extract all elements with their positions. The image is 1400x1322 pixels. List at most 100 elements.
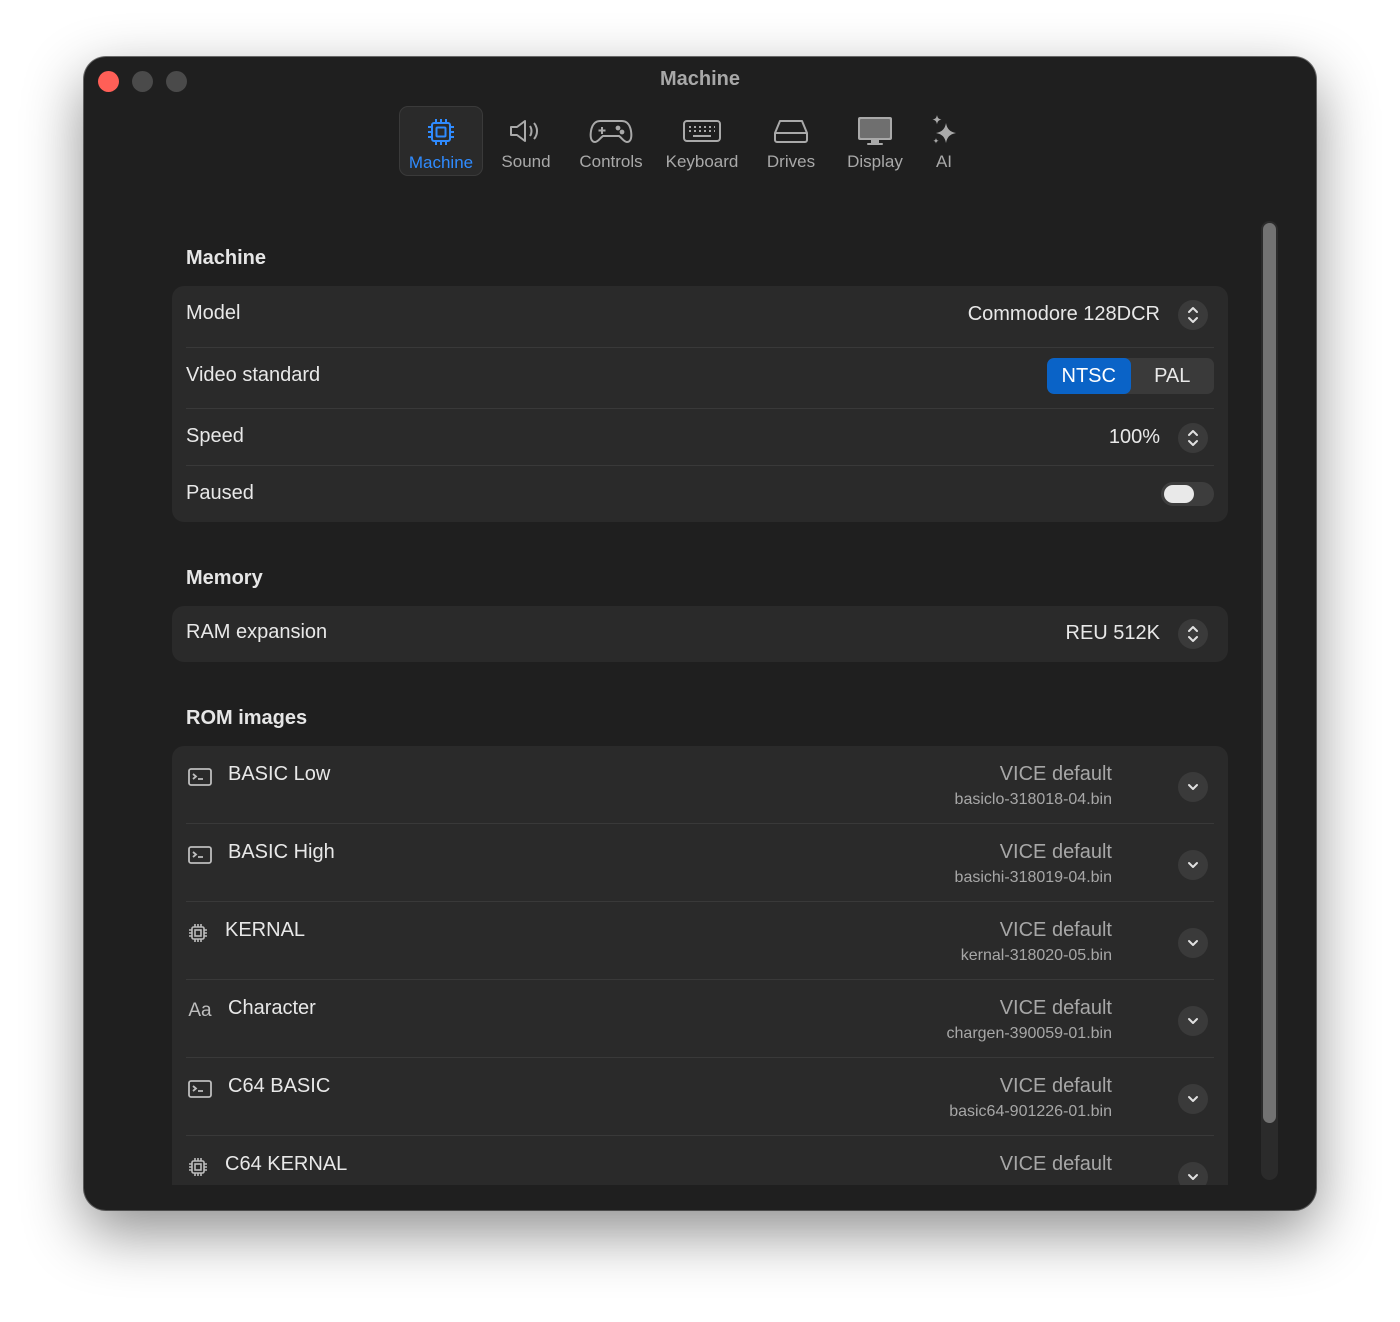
cpu-chip-icon xyxy=(426,111,456,153)
vertical-scrollbar[interactable] xyxy=(1261,221,1278,1180)
font-icon: Aa xyxy=(188,1000,212,1021)
settings-window: Machine Machine Sound Controls Keyboard … xyxy=(84,57,1316,1210)
rom-menu-button[interactable] xyxy=(1178,1006,1208,1036)
model-label: Model xyxy=(186,302,241,324)
ram-expansion-popup-button[interactable] xyxy=(1178,619,1208,649)
chip-icon xyxy=(188,922,208,944)
rom-item[interactable]: Aa Character VICE default chargen-390059… xyxy=(186,996,1214,1046)
terminal-icon xyxy=(188,844,212,866)
rom-source: VICE default xyxy=(999,841,1112,863)
sparkles-icon xyxy=(928,110,960,152)
display-icon xyxy=(856,110,894,152)
keyboard-icon xyxy=(682,110,722,152)
paused-label: Paused xyxy=(186,482,254,504)
rom-menu-button[interactable] xyxy=(1178,772,1208,802)
speed-label: Speed xyxy=(186,425,244,447)
chip-icon xyxy=(188,1156,208,1178)
chevron-down-icon xyxy=(1188,940,1198,946)
divider xyxy=(186,1057,1214,1058)
rom-menu-button[interactable] xyxy=(1178,928,1208,958)
rom-item[interactable]: C64 KERNAL VICE default xyxy=(186,1152,1214,1185)
rom-label: C64 KERNAL xyxy=(225,1153,348,1175)
ram-expansion-row: RAM expansion REU 512K xyxy=(186,619,1214,649)
machine-section-title: Machine xyxy=(186,247,267,269)
chevron-down-icon xyxy=(1188,1096,1198,1102)
divider xyxy=(186,465,1214,466)
rom-source: VICE default xyxy=(999,919,1112,941)
gamepad-icon xyxy=(589,110,633,152)
rom-source: VICE default xyxy=(999,763,1112,785)
tab-display-label: Display xyxy=(847,152,903,171)
tab-machine[interactable]: Machine xyxy=(399,106,483,176)
speed-popup-button[interactable] xyxy=(1178,423,1208,453)
rom-item[interactable]: KERNAL VICE default kernal-318020-05.bin xyxy=(186,918,1214,968)
tab-controls-label: Controls xyxy=(579,152,643,171)
chevron-down-icon xyxy=(1188,1018,1198,1024)
rom-menu-button[interactable] xyxy=(1178,1162,1208,1185)
rom-filename: basic64-901226-01.bin xyxy=(949,1103,1112,1120)
settings-content: Machine Model Commodore 128DCR Video sta… xyxy=(172,222,1228,1185)
rom-source: VICE default xyxy=(999,1075,1112,1097)
rom-filename: kernal-318020-05.bin xyxy=(960,947,1112,964)
scrollbar-thumb[interactable] xyxy=(1263,223,1276,1123)
speed-value[interactable]: 100% xyxy=(1109,426,1160,449)
rom-filename: basiclo-318018-04.bin xyxy=(954,791,1112,808)
tab-keyboard-label: Keyboard xyxy=(665,152,739,171)
video-standard-row: Video standard NTSC PAL xyxy=(186,358,1214,394)
rom-menu-button[interactable] xyxy=(1178,850,1208,880)
speed-row: Speed 100% xyxy=(186,423,1214,453)
divider xyxy=(186,1135,1214,1136)
ram-expansion-value[interactable]: REU 512K xyxy=(1066,622,1161,645)
video-standard-label: Video standard xyxy=(186,364,321,386)
rom-label: BASIC High xyxy=(228,841,335,863)
tab-keyboard[interactable]: Keyboard xyxy=(657,106,747,176)
rom-label: BASIC Low xyxy=(228,763,331,785)
rom-filename: basichi-318019-04.bin xyxy=(954,869,1112,886)
rom-label: C64 BASIC xyxy=(228,1075,331,1097)
divider xyxy=(186,408,1214,409)
chevron-down-icon xyxy=(1188,1174,1198,1180)
paused-row: Paused xyxy=(186,481,1214,507)
chevron-up-down-icon xyxy=(1188,626,1198,642)
tab-drives[interactable]: Drives xyxy=(751,106,831,176)
rom-label: KERNAL xyxy=(225,919,306,941)
model-value[interactable]: Commodore 128DCR xyxy=(968,303,1160,326)
chevron-down-icon xyxy=(1188,784,1198,790)
rom-source: VICE default xyxy=(999,1153,1112,1175)
rom-item[interactable]: BASIC Low VICE default basiclo-318018-04… xyxy=(186,762,1214,812)
divider xyxy=(186,901,1214,902)
terminal-icon xyxy=(188,766,212,788)
tab-ai[interactable]: AI xyxy=(919,106,969,176)
model-row: Model Commodore 128DCR xyxy=(186,300,1214,330)
tab-drives-label: Drives xyxy=(766,152,816,171)
tab-machine-label: Machine xyxy=(408,153,474,172)
rom-label: Character xyxy=(228,997,316,1019)
memory-section-title: Memory xyxy=(186,567,263,589)
toggle-knob xyxy=(1164,485,1194,503)
rom-item[interactable]: C64 BASIC VICE default basic64-901226-01… xyxy=(186,1074,1214,1124)
ntsc-segment[interactable]: NTSC xyxy=(1047,358,1131,394)
ram-expansion-label: RAM expansion xyxy=(186,621,328,643)
tab-controls[interactable]: Controls xyxy=(569,106,653,176)
speaker-icon xyxy=(508,110,544,152)
drive-icon xyxy=(772,110,810,152)
tab-sound-label: Sound xyxy=(501,152,551,171)
window-title: Machine xyxy=(659,68,741,90)
chevron-down-icon xyxy=(1188,862,1198,868)
rom-group: BASIC Low VICE default basiclo-318018-04… xyxy=(172,746,1228,1185)
rom-item[interactable]: BASIC High VICE default basichi-318019-0… xyxy=(186,840,1214,890)
divider xyxy=(186,347,1214,348)
machine-group: Model Commodore 128DCR Video standard NT… xyxy=(172,286,1228,522)
rom-filename: chargen-390059-01.bin xyxy=(946,1025,1112,1042)
paused-toggle[interactable] xyxy=(1161,482,1214,506)
pal-segment[interactable]: PAL xyxy=(1131,358,1215,394)
rom-source: VICE default xyxy=(999,997,1112,1019)
chevron-up-down-icon xyxy=(1188,430,1198,446)
divider xyxy=(186,979,1214,980)
memory-group: RAM expansion REU 512K xyxy=(172,606,1228,662)
model-popup-button[interactable] xyxy=(1178,300,1208,330)
video-standard-segmented-control: NTSC PAL xyxy=(1047,358,1214,394)
rom-menu-button[interactable] xyxy=(1178,1084,1208,1114)
tab-sound[interactable]: Sound xyxy=(487,106,565,176)
tab-display[interactable]: Display xyxy=(835,106,915,176)
